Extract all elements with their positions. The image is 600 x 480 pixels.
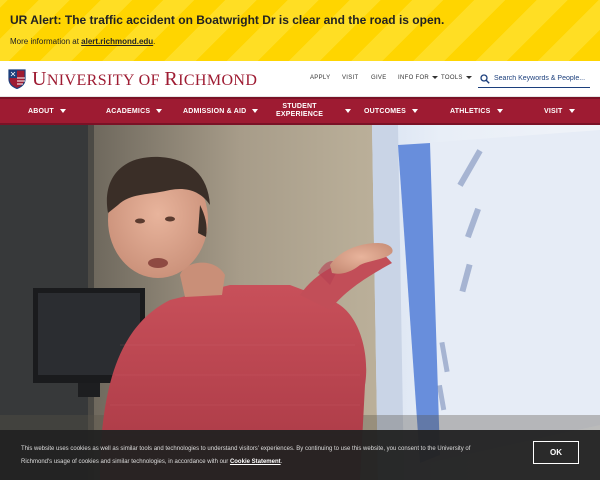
- util-dropdown-tools[interactable]: TOOLS: [441, 75, 472, 81]
- nav-label: ADMISSION & AID: [183, 107, 247, 115]
- caret-down-icon: [496, 109, 503, 113]
- hero-photo-professor: [0, 125, 600, 480]
- nav-label: ABOUT: [28, 107, 54, 115]
- nav-label: VISIT: [544, 107, 563, 115]
- search-icon[interactable]: [480, 73, 490, 84]
- nav-item-admission-aid[interactable]: ADMISSION & AID: [183, 99, 259, 123]
- caret-down-icon: [465, 75, 472, 79]
- search-box: [478, 70, 590, 88]
- logo-word-1: NIVERSITY OF: [46, 71, 165, 89]
- alert-link[interactable]: alert.richmond.edu: [81, 37, 153, 46]
- util-link-apply[interactable]: APPLY: [310, 75, 330, 81]
- caret-down-icon: [412, 109, 419, 113]
- nav-item-about[interactable]: ABOUT: [28, 99, 66, 123]
- alert-info: More information at alert.richmond.edu.: [10, 37, 590, 47]
- nav-label-line1: STUDENT: [282, 103, 317, 110]
- nav-item-outcomes[interactable]: OUTCOMES: [364, 99, 419, 123]
- util-info-for-label: INFO FOR: [398, 75, 430, 81]
- cookie-statement-link[interactable]: Cookie Statement: [230, 459, 281, 465]
- caret-down-icon: [252, 109, 259, 113]
- caret-down-icon: [432, 75, 439, 79]
- university-logo[interactable]: UNIVERSITY OF RICHMOND: [8, 68, 257, 90]
- nav-label: OUTCOMES: [364, 107, 407, 115]
- nav-label: ACADEMICS: [106, 107, 151, 115]
- nav-label-two-line: STUDENT EXPERIENCE: [276, 103, 323, 119]
- caret-down-icon: [156, 109, 163, 113]
- util-dropdown-info-for[interactable]: INFO FOR: [398, 75, 439, 81]
- site-header: UNIVERSITY OF RICHMOND APPLY VISIT GIVE …: [0, 61, 600, 97]
- cookie-text: This website uses cookies as well as sim…: [21, 443, 501, 469]
- logo-word-2: ICHMOND: [178, 71, 258, 89]
- nav-item-academics[interactable]: ACADEMICS: [106, 99, 163, 123]
- hero-image: [0, 125, 600, 480]
- alert-info-suffix: .: [153, 37, 156, 46]
- shield-icon: [8, 69, 26, 89]
- nav-item-student-experience[interactable]: STUDENT EXPERIENCE: [276, 99, 352, 123]
- cookie-text-end: .: [280, 459, 283, 465]
- util-tools-label: TOOLS: [441, 75, 463, 81]
- search-input[interactable]: [494, 75, 586, 82]
- logo-wordmark: UNIVERSITY OF RICHMOND: [32, 67, 258, 90]
- page: UR Alert: The traffic accident on Boatwr…: [0, 0, 600, 480]
- util-link-visit[interactable]: VISIT: [342, 75, 359, 81]
- alert-info-prefix: More information at: [10, 37, 79, 46]
- nav-item-athletics[interactable]: ATHLETICS: [450, 99, 503, 123]
- alert-title: UR Alert: The traffic accident on Boatwr…: [10, 13, 445, 27]
- main-nav: ABOUT ACADEMICS ADMISSION & AID STUDENT E…: [0, 97, 600, 125]
- nav-label-line2: EXPERIENCE: [276, 111, 324, 118]
- util-link-give[interactable]: GIVE: [371, 75, 387, 81]
- caret-down-icon: [568, 109, 575, 113]
- cookie-banner: This website uses cookies as well as sim…: [0, 430, 600, 480]
- alert-bar: UR Alert: The traffic accident on Boatwr…: [0, 0, 600, 61]
- cookie-ok-button[interactable]: OK: [533, 441, 579, 464]
- nav-item-visit[interactable]: VISIT: [544, 99, 575, 123]
- caret-down-icon: [345, 109, 352, 113]
- nav-label: ATHLETICS: [450, 107, 491, 115]
- caret-down-icon: [59, 109, 66, 113]
